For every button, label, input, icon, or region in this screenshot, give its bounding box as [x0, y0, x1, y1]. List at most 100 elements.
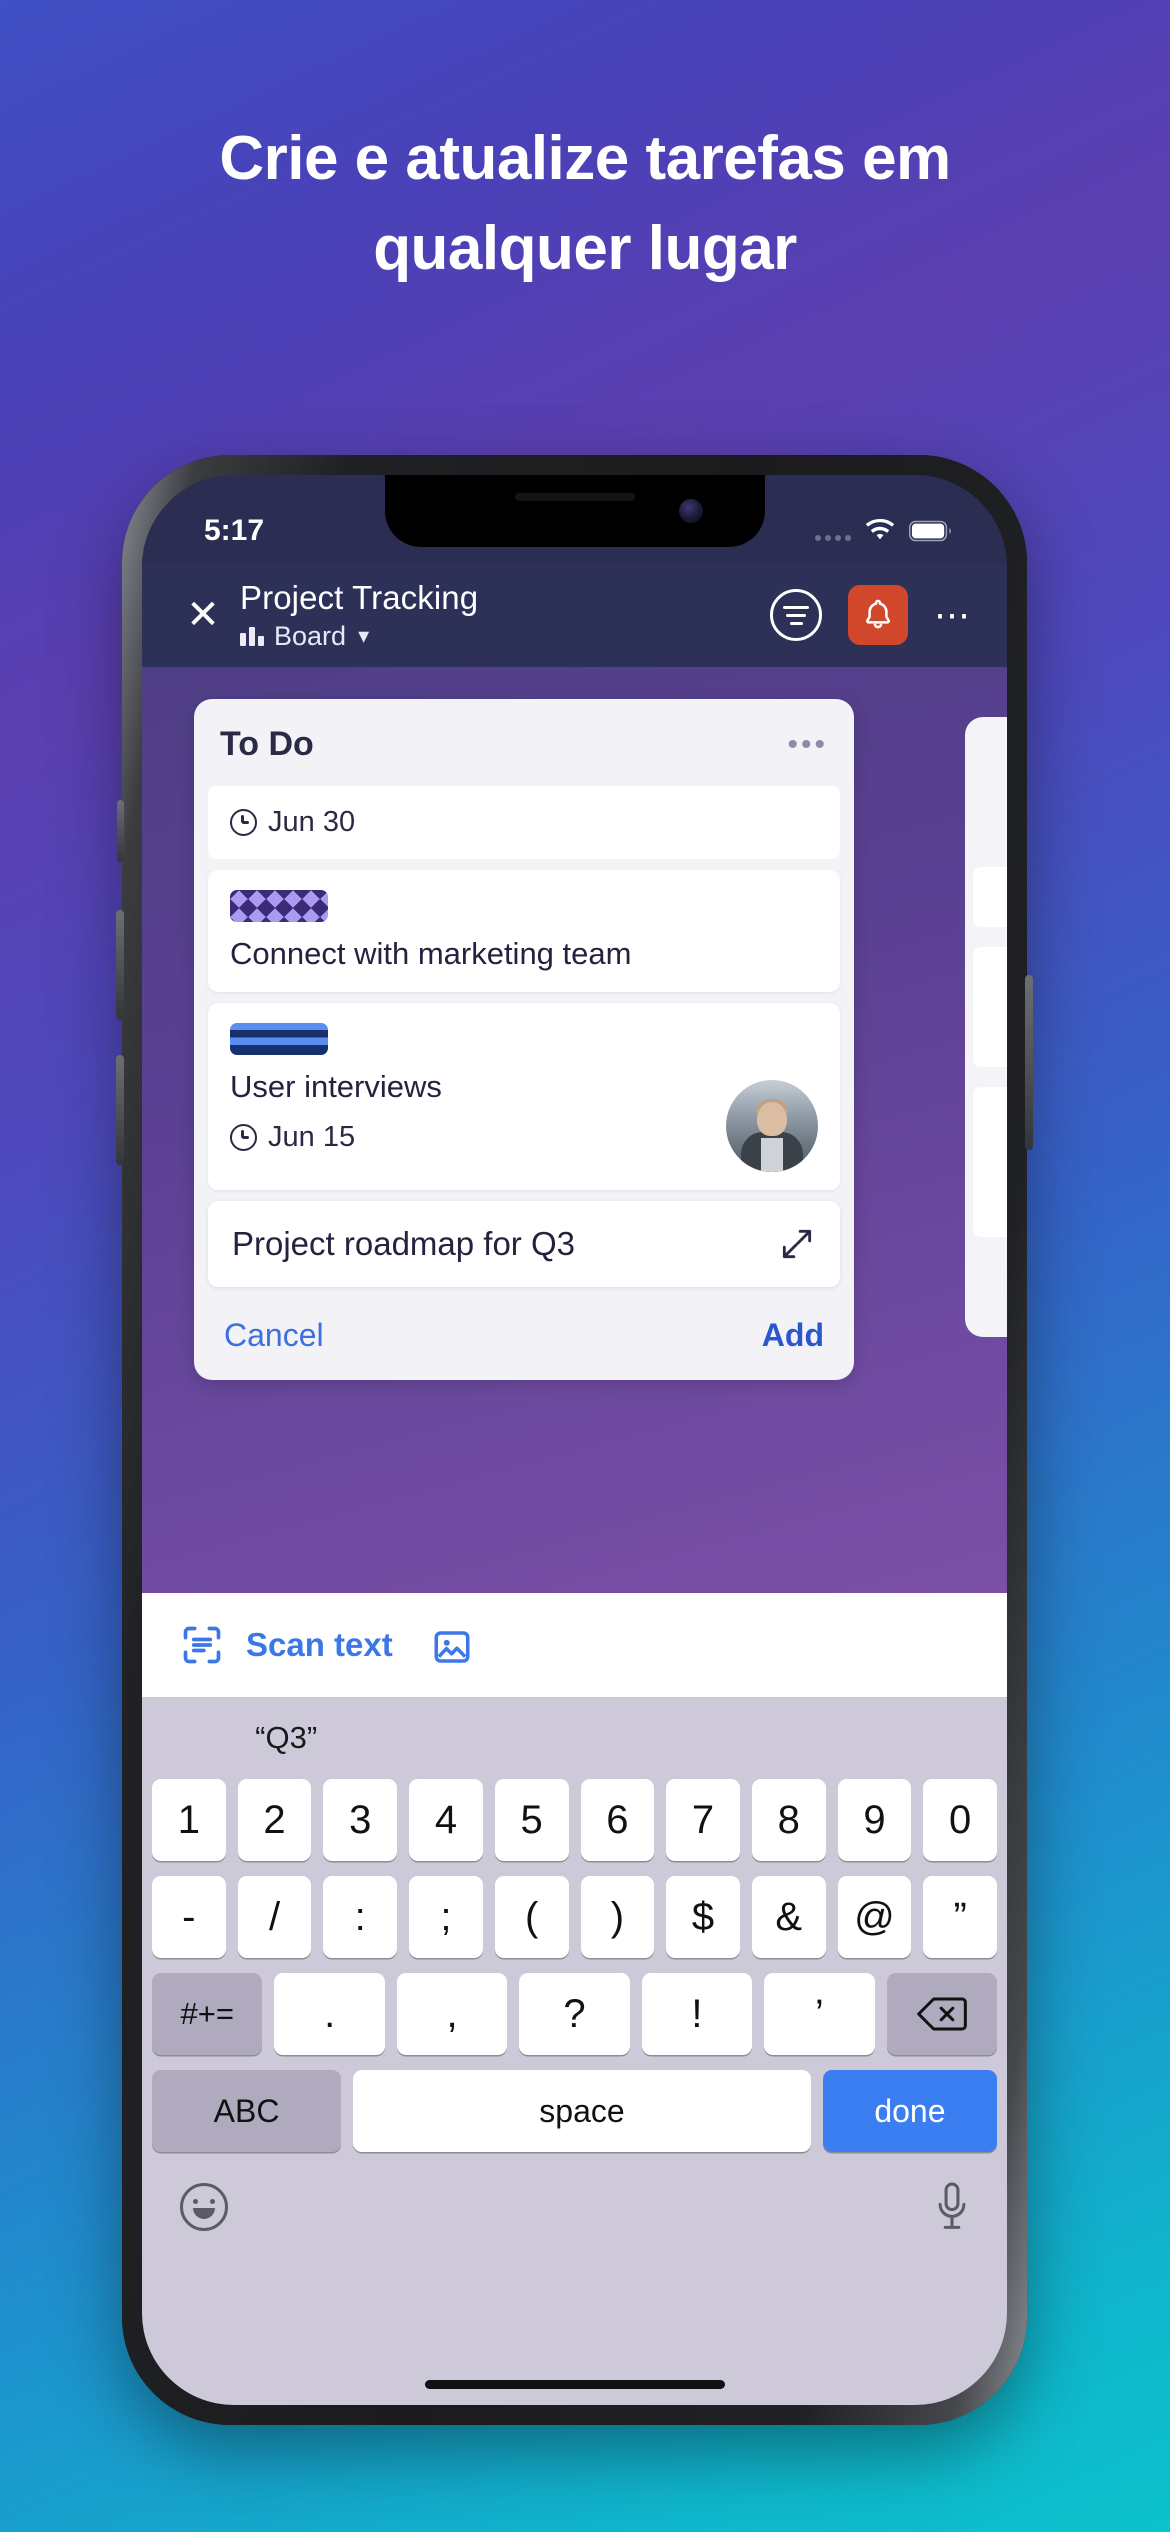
avatar	[726, 1080, 818, 1172]
phone-volume-up-button[interactable]	[116, 910, 124, 1020]
key-8[interactable]: 8	[751, 1779, 826, 1861]
composer-actions: Cancel Add	[194, 1287, 854, 1370]
board-switcher-label: Board	[274, 620, 347, 651]
phone-power-button[interactable]	[1025, 975, 1033, 1150]
microphone-icon[interactable]	[935, 2181, 969, 2233]
key-paren-close[interactable]: )	[580, 1876, 655, 1958]
close-icon[interactable]: ✕	[176, 595, 230, 635]
keyboard-utility-row	[142, 2167, 1007, 2233]
board-card[interactable]: User interviews Jun 15	[208, 1003, 840, 1190]
phone-mute-switch[interactable]	[117, 800, 124, 862]
card-title: Connect with marketing team	[230, 936, 632, 971]
front-camera	[678, 499, 703, 523]
card-title: User interviews	[230, 1069, 442, 1104]
scan-text-icon[interactable]	[180, 1623, 224, 1667]
promo-headline: Crie e atualize tarefas em qualquer luga…	[0, 128, 1170, 280]
keyboard-suggestion-bar: “Q3”	[142, 1697, 1007, 1779]
add-button[interactable]: Add	[762, 1317, 824, 1354]
board-view-icon	[240, 626, 264, 646]
headline-line-1: Crie e atualize tarefas em	[219, 124, 951, 193]
key-colon[interactable]: :	[323, 1876, 398, 1958]
key-9[interactable]: 9	[837, 1779, 912, 1861]
scan-text-label[interactable]: Scan text	[246, 1626, 393, 1664]
header-actions: ⋯	[770, 585, 973, 645]
new-card-composer[interactable]: Project roadmap for Q3	[208, 1201, 840, 1287]
keyboard-row-bottom: ABC space done	[142, 2070, 1007, 2152]
key-5[interactable]: 5	[494, 1779, 569, 1861]
phone-screen: 5:17 ✕ Project Tracking Board ▾ ⋯ To Do …	[142, 475, 1007, 2405]
board-column-todo: To Do ••• Jun 30 Connect with marketing …	[194, 699, 854, 1380]
column-more-icon[interactable]: •••	[787, 730, 828, 760]
key-slash[interactable]: /	[237, 1876, 312, 1958]
earpiece-speaker	[514, 493, 635, 501]
card-label-blue	[230, 1023, 328, 1055]
key-exclamation[interactable]: !	[641, 1973, 753, 2055]
peek-card	[973, 1087, 1007, 1237]
column-header: To Do •••	[194, 699, 854, 786]
key-0[interactable]: 0	[923, 1779, 998, 1861]
key-paren-open[interactable]: (	[494, 1876, 569, 1958]
signal-dots-icon	[815, 521, 851, 541]
keyboard-row-symbols: - / : ; ( ) $ & @ ”	[142, 1876, 1007, 1958]
clock-icon	[230, 1124, 257, 1151]
clock-icon	[230, 809, 257, 836]
more-horizontal-icon[interactable]: ⋯	[934, 596, 973, 633]
emoji-icon[interactable]	[180, 2183, 228, 2231]
keyboard-row-numbers: 1 2 3 4 5 6 7 8 9 0	[142, 1779, 1007, 1861]
notification-button[interactable]	[848, 585, 908, 645]
key-ampersand[interactable]: &	[751, 1876, 826, 1958]
phone-mockup: 5:17 ✕ Project Tracking Board ▾ ⋯ To Do …	[116, 455, 1033, 2425]
key-7[interactable]: 7	[666, 1779, 740, 1861]
key-question[interactable]: ?	[519, 1973, 630, 2055]
board-canvas[interactable]: To Do ••• Jun 30 Connect with marketing …	[142, 667, 1007, 1593]
key-at[interactable]: @	[837, 1876, 912, 1958]
key-symbols-toggle[interactable]: #+=	[152, 1973, 263, 2055]
image-icon[interactable]	[431, 1626, 473, 1664]
filter-icon[interactable]	[770, 589, 822, 641]
new-card-input[interactable]: Project roadmap for Q3	[232, 1225, 575, 1263]
header-titles: Project Tracking Board ▾	[240, 579, 770, 652]
board-card[interactable]: Connect with marketing team	[208, 870, 840, 992]
keyboard-row-punctuation: #+= . , ? ! ’	[142, 1973, 1007, 2055]
key-quote[interactable]: ”	[923, 1876, 998, 1958]
key-1[interactable]: 1	[151, 1779, 226, 1861]
board-column-next-peek[interactable]	[965, 717, 1007, 1337]
key-period[interactable]: .	[274, 1973, 385, 2055]
peek-card	[973, 867, 1007, 927]
key-hyphen[interactable]: -	[151, 1876, 226, 1958]
scan-text-bar: Scan text	[142, 1593, 1007, 1697]
key-apostrophe[interactable]: ’	[764, 1973, 875, 2055]
key-2[interactable]: 2	[237, 1779, 312, 1861]
phone-notch	[384, 475, 765, 547]
card-due-date: Jun 15	[268, 1121, 356, 1153]
chevron-down-icon: ▾	[358, 623, 370, 648]
page-title: Project Tracking	[240, 578, 479, 616]
suggestion-1[interactable]: “Q3”	[142, 1720, 430, 1756]
backspace-icon[interactable]	[886, 1973, 997, 2055]
headline-line-2: qualquer lugar	[373, 214, 797, 283]
wifi-icon	[865, 519, 895, 540]
board-card[interactable]: Jun 30	[208, 786, 840, 859]
key-semicolon[interactable]: ;	[409, 1876, 483, 1958]
cancel-button[interactable]: Cancel	[224, 1317, 324, 1354]
key-space[interactable]: space	[353, 2070, 811, 2152]
card-due-date: Jun 30	[268, 806, 356, 838]
key-dollar[interactable]: $	[666, 1876, 740, 1958]
key-done[interactable]: done	[822, 2070, 997, 2152]
key-comma[interactable]: ,	[396, 1973, 508, 2055]
key-6[interactable]: 6	[580, 1779, 655, 1861]
key-3[interactable]: 3	[323, 1779, 398, 1861]
key-abc[interactable]: ABC	[152, 2070, 342, 2152]
app-header: ✕ Project Tracking Board ▾ ⋯	[142, 563, 1007, 667]
card-due-row: Jun 30	[230, 806, 818, 839]
home-indicator	[424, 2380, 725, 2389]
battery-icon	[909, 520, 951, 542]
avatar-head	[757, 1102, 787, 1136]
card-label-purple	[230, 890, 328, 922]
key-4[interactable]: 4	[409, 1779, 483, 1861]
board-switcher[interactable]: Board ▾	[240, 621, 770, 652]
expand-icon[interactable]	[778, 1225, 816, 1263]
bell-icon	[866, 599, 890, 629]
phone-volume-down-button[interactable]	[116, 1055, 124, 1165]
status-bar-time: 5:17	[204, 514, 265, 547]
